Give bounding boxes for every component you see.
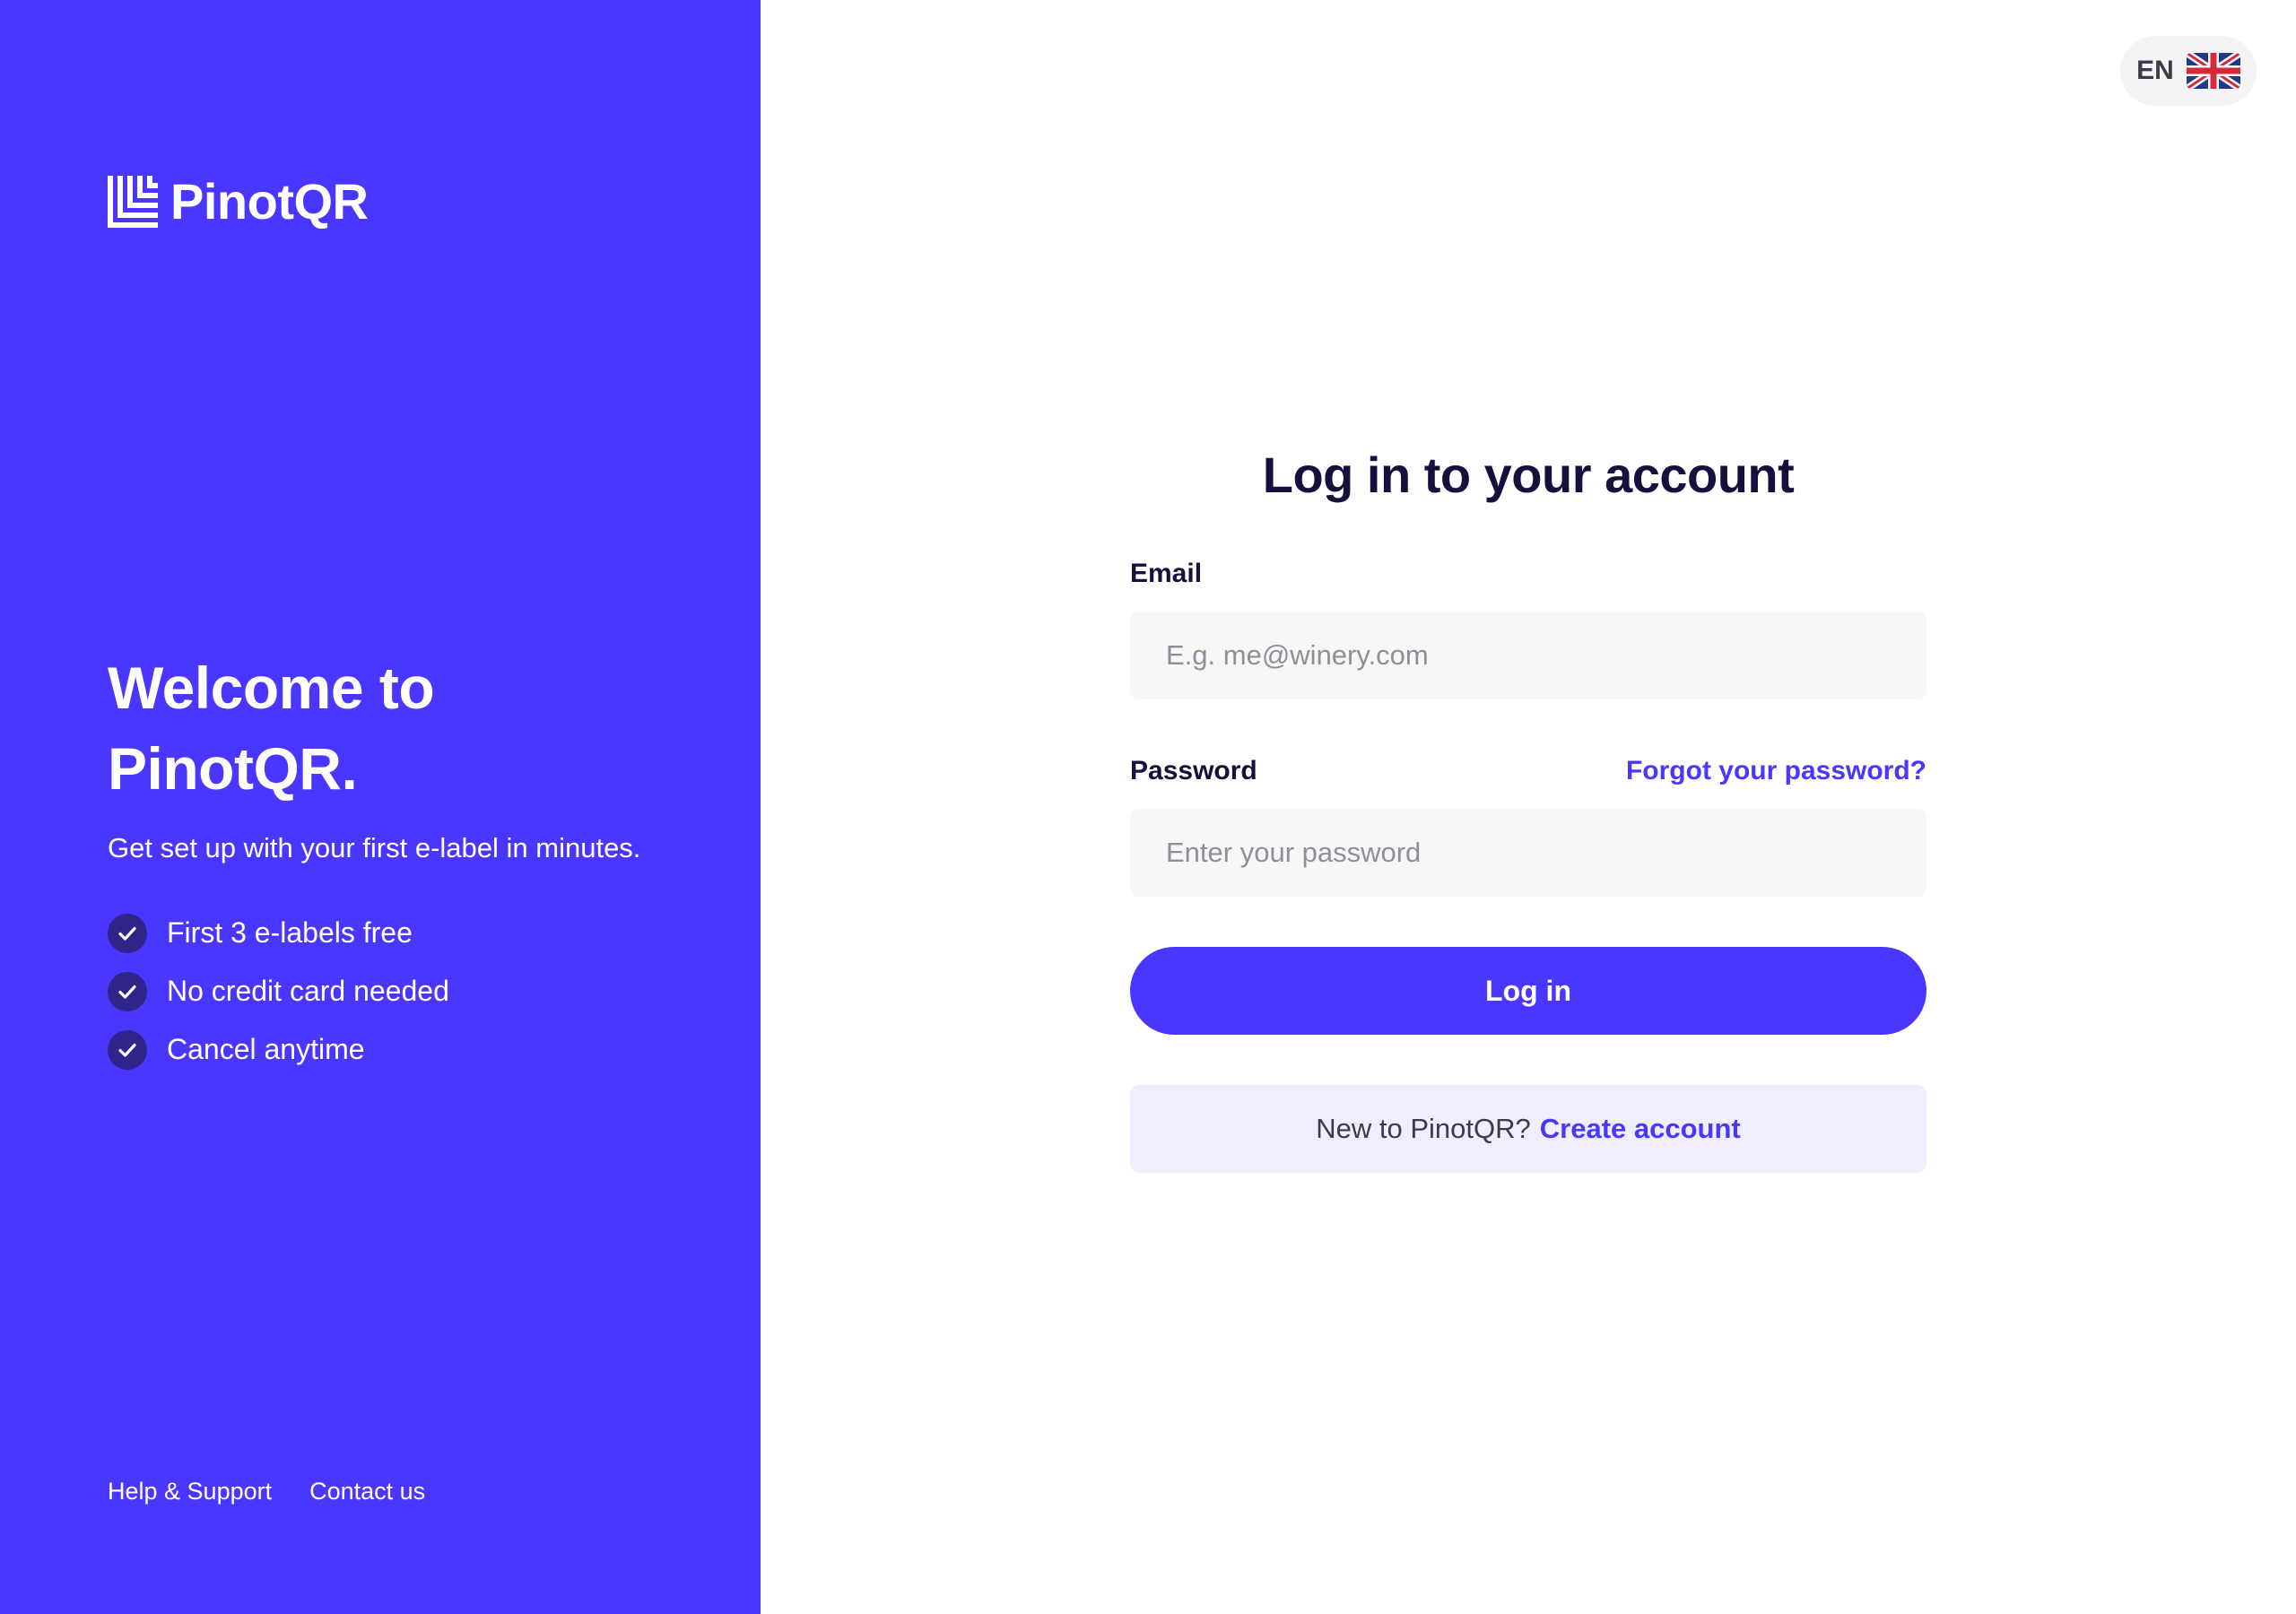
- email-field[interactable]: [1130, 612, 1926, 699]
- language-code: EN: [2136, 56, 2174, 85]
- signup-prompt-text: New to PinotQR?: [1316, 1113, 1531, 1144]
- create-account-link[interactable]: Create account: [1540, 1113, 1741, 1145]
- welcome-section: Welcome to PinotQR. Get set up with your…: [108, 647, 664, 1079]
- feature-item: Cancel anytime: [108, 1020, 664, 1079]
- footer-links: Help & Support Contact us: [108, 1478, 425, 1506]
- check-icon: [108, 1029, 147, 1070]
- feature-item: First 3 e-labels free: [108, 904, 664, 962]
- login-form: Log in to your account Email Password Fo…: [1130, 439, 1926, 1173]
- pinotqr-logo-icon: [108, 176, 158, 228]
- password-label: Password: [1130, 756, 1257, 785]
- login-button[interactable]: Log in: [1130, 947, 1926, 1035]
- email-label: Email: [1130, 559, 1203, 588]
- password-label-row: Password Forgot your password?: [1130, 753, 1926, 789]
- check-icon: [108, 913, 147, 953]
- signup-prompt-box: New to PinotQR? Create account: [1130, 1085, 1926, 1173]
- welcome-title: Welcome to PinotQR.: [108, 647, 664, 809]
- uk-flag-icon: [2186, 53, 2240, 89]
- feature-label: First 3 e-labels free: [167, 916, 413, 949]
- brand-name: PinotQR: [170, 173, 369, 230]
- feature-list: First 3 e-labels free No credit card nee…: [108, 904, 664, 1079]
- contact-us-link[interactable]: Contact us: [309, 1478, 425, 1506]
- welcome-title-line1: Welcome to: [108, 655, 435, 721]
- welcome-panel: PinotQR Welcome to PinotQR. Get set up w…: [0, 0, 761, 1614]
- help-support-link[interactable]: Help & Support: [108, 1478, 272, 1506]
- forgot-password-link[interactable]: Forgot your password?: [1626, 756, 1926, 786]
- welcome-title-line2: PinotQR.: [108, 735, 358, 802]
- welcome-subtitle: Get set up with your first e-label in mi…: [108, 832, 641, 863]
- feature-label: Cancel anytime: [167, 1033, 365, 1065]
- language-switcher[interactable]: EN: [2120, 36, 2257, 106]
- brand-logo[interactable]: PinotQR: [108, 173, 369, 230]
- login-title: Log in to your account: [1262, 447, 1795, 503]
- feature-item: No credit card needed: [108, 962, 664, 1020]
- check-icon: [108, 971, 147, 1011]
- feature-label: No credit card needed: [167, 975, 449, 1007]
- password-field[interactable]: [1130, 809, 1926, 897]
